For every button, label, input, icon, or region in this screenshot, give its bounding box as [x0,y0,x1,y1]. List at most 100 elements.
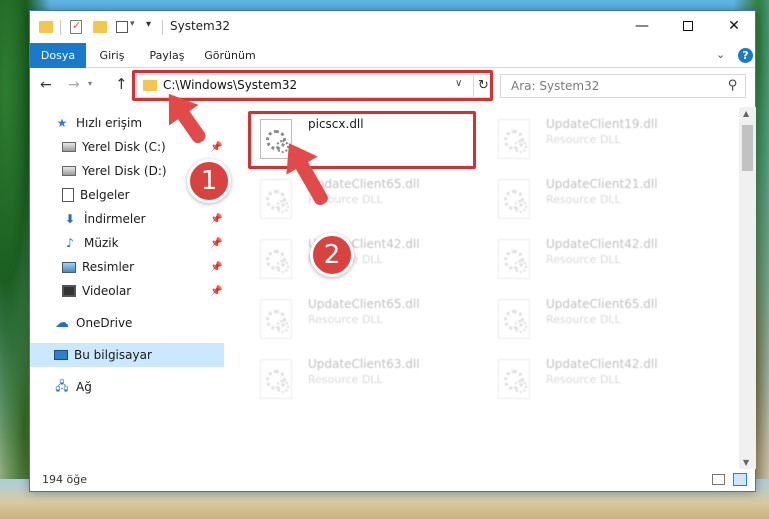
music-icon: ♪ [66,236,74,250]
file-tile[interactable]: UpdateClient21.dll Resource DLL [488,171,718,227]
file-type: Resource DLL [546,253,621,266]
forward-arrow-icon[interactable]: → [68,77,80,93]
sidebar-item-label: Yerel Disk (C:) [82,140,166,154]
help-icon[interactable]: ? [738,48,753,63]
file-name: UpdateClient42.dll [546,237,658,251]
step-2-badge: 2 [310,233,354,277]
dll-file-icon [498,359,530,399]
file-name: UpdateClient65.dll [546,297,658,311]
network-icon: 🖧 [55,378,69,393]
file-name: UpdateClient42.dll [546,357,658,371]
search-icon[interactable]: ⚲ [728,78,738,93]
sidebar-item-downloads[interactable]: ⬇ İndirmeler 📌 [62,207,224,231]
file-name: UpdateClient65.dll [308,297,420,311]
view-options-chevron-icon[interactable]: ▾ [130,19,135,29]
sidebar-item-label: Belgeler [80,188,130,202]
ribbon-tabs: Dosya Giriş Paylaş Görünüm ⌄ ? [30,43,755,68]
item-count: 194 öğe [42,473,87,486]
pin-icon[interactable]: 📌 [210,238,222,249]
step-1-badge: 1 [187,159,231,203]
customize-quick-access-icon[interactable]: ▾ [146,19,151,30]
minimize-icon: — [635,18,649,34]
file-tile[interactable]: UpdateClient42.dll Resource DLL [488,351,718,407]
vertical-scrollbar[interactable]: ▲ ▼ [739,107,756,469]
up-arrow-icon[interactable]: ↑ [115,75,128,93]
file-name: UpdateClient65.dll [308,177,420,191]
sidebar-item-label: OneDrive [76,316,133,330]
pin-icon[interactable]: 📌 [210,262,222,273]
file-type: Resource DLL [546,193,621,206]
file-name: UpdateClient21.dll [546,177,658,191]
tab-file[interactable]: Dosya [30,43,86,68]
expand-ribbon-icon[interactable]: ⌄ [716,48,725,61]
computer-icon [54,350,68,360]
maximize-icon [683,21,693,31]
maximize-button[interactable] [665,11,711,41]
file-type: Resource DLL [546,313,621,326]
sidebar-item-pictures[interactable]: Resimler 📌 [62,255,224,279]
pin-icon[interactable]: 📌 [210,286,222,297]
close-button[interactable]: ✕ [711,11,757,41]
tab-home[interactable]: Giriş [92,43,132,68]
recent-locations-icon[interactable]: ▾ [88,79,92,88]
scrollbar-thumb[interactable] [742,125,753,171]
window-title: System32 [170,19,231,33]
tab-share[interactable]: Paylaş [142,43,192,68]
file-name: UpdateClient19.dll [546,117,658,131]
cloud-icon: ☁ [55,315,69,331]
dll-file-icon [260,359,292,399]
folder-icon [39,21,53,33]
sidebar-item-label: Hızlı erişim [76,116,143,130]
tab-view[interactable]: Görünüm [200,43,260,68]
file-tile[interactable]: UpdateClient65.dll Resource DLL [488,291,718,347]
file-type: Resource DLL [308,313,383,326]
sidebar-item-label: Müzik [84,236,119,250]
file-tile[interactable]: UpdateClient19.dll Resource DLL [488,111,718,167]
video-icon [62,285,76,297]
properties-icon[interactable] [70,19,82,34]
minimize-button[interactable]: — [619,11,665,41]
close-icon: ✕ [728,18,740,34]
scroll-up-icon[interactable]: ▲ [743,109,749,118]
view-options-icon[interactable] [116,21,128,33]
details-view-icon[interactable] [712,474,725,485]
sidebar-item-label: Bu bilgisayar [74,348,152,362]
file-type: Resource DLL [546,133,621,146]
drive-icon [62,166,76,176]
dll-file-icon [498,119,530,159]
file-tile[interactable]: UpdateClient65.dll Resource DLL [250,171,480,227]
file-tile[interactable]: UpdateClient42.dll Resource DLL [488,231,718,287]
dll-file-icon [498,299,530,339]
pin-icon[interactable]: 📌 [210,214,222,225]
toolbar-separator [60,20,61,35]
sidebar-item-this-pc[interactable]: Bu bilgisayar [30,343,224,367]
dll-file-icon [260,179,292,219]
dll-file-icon [498,239,530,279]
file-type: Resource DLL [546,373,621,386]
sidebar-item-videos[interactable]: Videolar 📌 [62,279,224,303]
title-separator [162,20,163,35]
file-tile[interactable]: UpdateClient63.dll Resource DLL [250,351,480,407]
document-icon [62,188,74,202]
file-tile[interactable]: UpdateClient65.dll Resource DLL [250,291,480,347]
navigation-bar: ← → ▾ ↑ C:\Windows\System32 ∨ ↻ Ara: Sys… [30,69,755,103]
search-placeholder: Ara: System32 [511,79,600,93]
sidebar-item-label: Yerel Disk (D:) [82,164,167,178]
search-input[interactable]: Ara: System32 ⚲ [500,74,746,98]
sidebar-item-onedrive[interactable]: ☁ OneDrive [54,311,224,335]
sidebar-item-label: Videolar [82,284,132,298]
sidebar-item-network[interactable]: 🖧 Ağ [54,375,224,399]
back-arrow-icon[interactable]: ← [40,77,52,93]
new-folder-icon[interactable] [93,21,107,33]
file-tile[interactable]: UpdateClient42.dll Resource DLL [250,231,480,287]
sidebar-item-music[interactable]: ♪ Müzik 📌 [62,231,224,255]
drive-icon [62,142,76,152]
dll-file-icon [260,239,292,279]
sidebar-item-label: İndirmeler [84,212,146,226]
scroll-down-icon[interactable]: ▼ [743,458,749,467]
status-bar: 194 öğe [30,469,755,491]
star-icon: ★ [56,116,68,130]
pin-icon[interactable]: 📌 [210,142,222,153]
sidebar-item-label: Resimler [82,260,135,274]
tiles-view-icon[interactable] [733,473,747,486]
